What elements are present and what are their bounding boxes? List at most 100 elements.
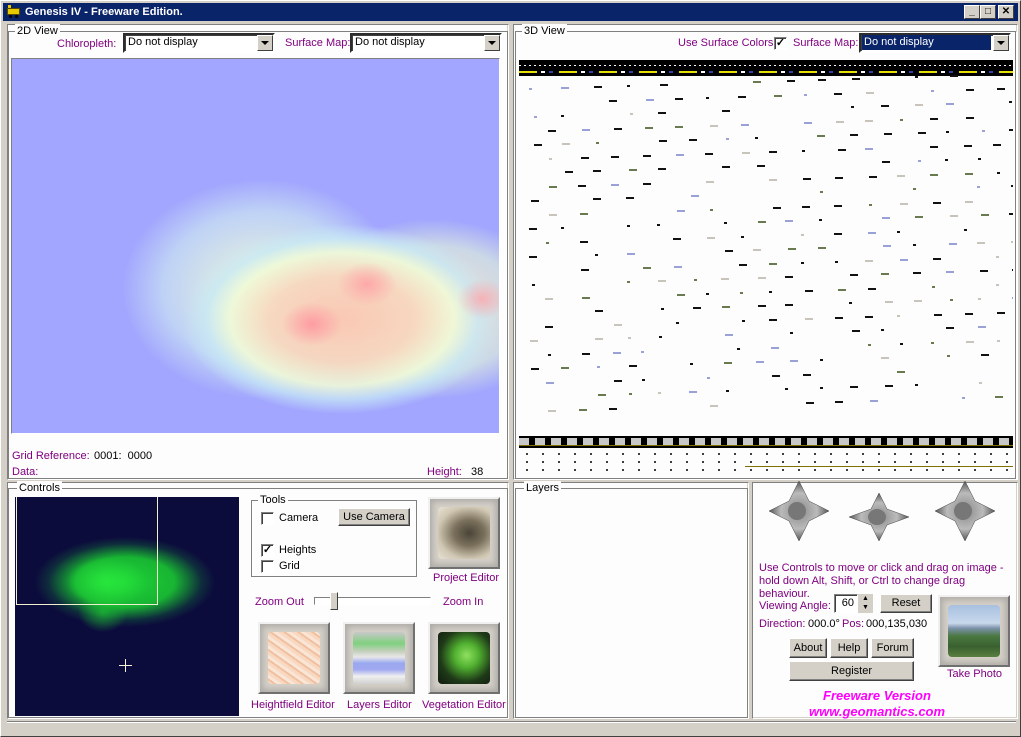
terrain-mark [561, 367, 569, 369]
terrain-mark [742, 320, 745, 322]
terrain-mark [930, 174, 938, 176]
terrain-mark [805, 318, 813, 320]
terrain-mark [995, 396, 1003, 398]
spin-down-icon[interactable]: ▼ [858, 603, 873, 612]
terrain-mark [851, 106, 854, 108]
zoom-slider-thumb[interactable] [330, 592, 339, 610]
minimap-view-rectangle[interactable] [16, 497, 158, 605]
terrain-mark [546, 382, 554, 384]
terrain-mark [882, 217, 890, 219]
heights-checkbox[interactable]: ✓ [261, 544, 274, 557]
terrain-mark [900, 343, 903, 345]
help-button[interactable]: Help [830, 638, 868, 658]
terrain-mark [865, 148, 873, 150]
terrain-mark [820, 191, 823, 193]
spin-up-icon[interactable]: ▲ [858, 594, 873, 603]
terrain-mark [706, 293, 709, 295]
minimize-button[interactable]: _ [964, 5, 980, 19]
grid-reference-label: Grid Reference: [12, 450, 90, 462]
geomantics-link[interactable]: www.geomantics.com [809, 704, 945, 719]
data-label: Data: [12, 466, 39, 478]
terrain-mark [946, 327, 954, 329]
terrain-mark [978, 158, 981, 160]
register-button[interactable]: Register [789, 661, 914, 681]
terrain-mark [646, 99, 654, 101]
terrain-mark [932, 286, 935, 288]
chevron-down-icon[interactable] [257, 35, 273, 51]
terrain-mark [613, 352, 621, 354]
terrain-mark [673, 238, 681, 240]
terrain-mark [850, 386, 858, 388]
terrain-mark [758, 305, 766, 307]
terrain-mark [802, 206, 810, 208]
close-button[interactable]: ✕ [998, 5, 1014, 19]
terrain-mark [933, 202, 941, 204]
heightmap-2d-canvas[interactable] [11, 58, 500, 434]
title-bar[interactable]: Genesis IV - Freeware Edition. _ □ ✕ [3, 3, 1018, 21]
terrain-mark [722, 306, 730, 308]
overview-minimap[interactable] [15, 497, 239, 716]
terrain-mark [629, 169, 637, 171]
terrain-mark [884, 133, 892, 135]
terrain-mark [801, 262, 804, 264]
terrain-mark [865, 260, 873, 262]
terrain-mark [530, 340, 538, 342]
take-photo-button[interactable] [938, 595, 1010, 667]
use-surface-colors-checkbox[interactable]: ✓ [774, 37, 787, 50]
chloropleth-select[interactable]: Do not display [123, 33, 275, 53]
terrain-mark [562, 143, 570, 145]
terrain-mark [897, 315, 900, 317]
chevron-down-icon[interactable] [993, 35, 1009, 51]
tilt-joystick-icon[interactable] [933, 479, 997, 543]
chevron-down-icon[interactable] [484, 35, 500, 51]
terrain-mark [918, 160, 921, 162]
terrain-mark [883, 245, 891, 247]
vegetation-editor-button[interactable] [428, 622, 500, 694]
terrain-mark [914, 300, 922, 302]
terrain-3d-viewport[interactable] [519, 58, 1013, 473]
terrain-mark [946, 103, 954, 105]
terrain-mark [913, 244, 916, 246]
surface-map-3d-select[interactable]: Do not display [859, 33, 1011, 53]
grid-reference-value: 0001: 0000 [94, 450, 153, 462]
terrain-mark [596, 142, 599, 144]
terrain-mark [866, 92, 874, 94]
terrain-mark [565, 171, 573, 173]
terrain-mark [931, 90, 934, 92]
heightfield-editor-button[interactable] [258, 622, 330, 694]
terrain-mark [915, 76, 918, 78]
terrain-mark [850, 274, 858, 276]
terrain-mark [788, 248, 796, 250]
terrain-mark [694, 279, 697, 281]
terrain-mark [531, 200, 539, 202]
layers-editor-button[interactable] [343, 622, 415, 694]
landscape-photo-icon [948, 605, 1000, 657]
use-camera-button[interactable]: Use Camera [338, 508, 410, 526]
terrain-mark [966, 341, 974, 343]
rotate-joystick-icon[interactable] [847, 485, 911, 549]
terrain-mark [965, 173, 973, 175]
viewing-angle-spinner[interactable]: ▲ ▼ [858, 594, 873, 613]
take-photo-label: Take Photo [947, 668, 1003, 680]
camera-checkbox[interactable] [261, 512, 274, 525]
use-surface-colors-label: Use Surface Colors [678, 37, 774, 49]
project-editor-button[interactable] [428, 497, 500, 569]
move-joystick-icon[interactable] [767, 479, 831, 543]
terrain-mark [594, 86, 602, 88]
grid-label: Grid [279, 560, 300, 572]
terrain-mark [997, 88, 1005, 90]
forum-button[interactable]: Forum [871, 638, 914, 658]
terrain-mark [868, 344, 871, 346]
viewing-angle-input[interactable]: 60 [834, 594, 858, 613]
terrain-mark [965, 201, 973, 203]
terrain-mark [658, 168, 666, 170]
terrain-mark [627, 253, 635, 255]
terrain-mark [785, 276, 793, 278]
grid-checkbox[interactable] [261, 560, 274, 573]
about-button[interactable]: About [789, 638, 827, 658]
surface-map-2d-select[interactable]: Do not display [350, 33, 502, 53]
maximize-button[interactable]: □ [980, 5, 996, 19]
terrain-mark [852, 78, 860, 80]
terrain-mark [966, 89, 974, 91]
reset-button[interactable]: Reset [880, 594, 932, 613]
